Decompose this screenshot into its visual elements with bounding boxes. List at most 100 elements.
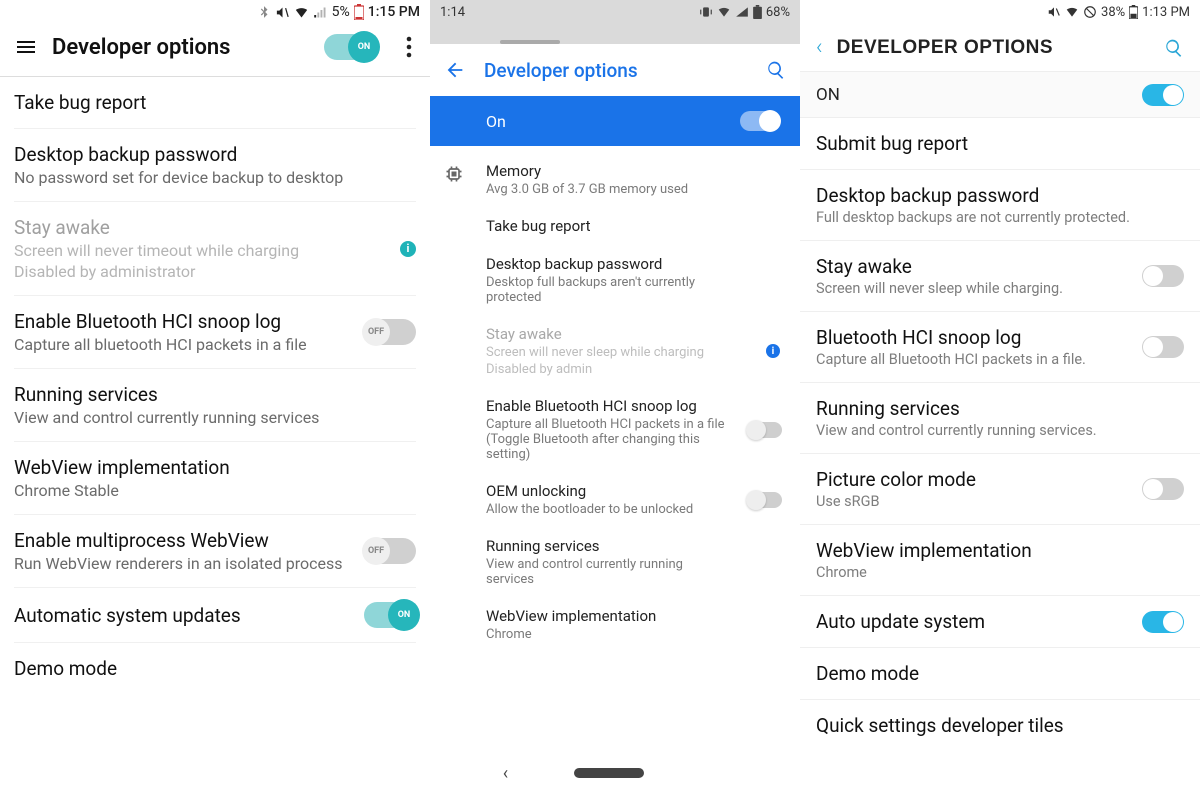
item-title: Enable Bluetooth HCI snoop log — [486, 397, 780, 415]
signal-icon — [735, 5, 749, 19]
item-title: Desktop backup password — [816, 184, 1184, 207]
item-subtitle: Run WebView renderers in an isolated pro… — [14, 554, 364, 573]
item-title: Submit bug report — [816, 132, 1184, 155]
item-webview-impl[interactable]: WebView implementation Chrome — [800, 525, 1200, 596]
item-subtitle2: Disabled by admin — [486, 362, 726, 377]
item-running-services[interactable]: Running services View and control curren… — [800, 383, 1200, 454]
recents-tabs — [430, 24, 800, 44]
item-webview-impl[interactable]: WebView implementation Chrome — [430, 597, 800, 652]
toggle-on[interactable] — [1142, 611, 1184, 633]
back-icon[interactable]: ‹ — [816, 35, 823, 60]
item-demo-mode[interactable]: Demo mode — [14, 643, 416, 694]
item-bluetooth-hci[interactable]: Bluetooth HCI snoop log Capture all Blue… — [800, 312, 1200, 383]
item-auto-updates[interactable]: Automatic system updates ON — [14, 588, 416, 643]
item-title: Memory — [486, 162, 780, 180]
item-oem-unlocking[interactable]: OEM unlocking Allow the bootloader to be… — [430, 472, 800, 527]
item-picture-color-mode[interactable]: Picture color mode Use sRGB — [800, 454, 1200, 525]
item-running-services[interactable]: Running services View and control curren… — [430, 527, 800, 597]
toggle-off[interactable] — [748, 422, 782, 438]
item-subtitle: Avg 3.0 GB of 3.7 GB memory used — [486, 182, 726, 197]
toggle-knob: ON — [348, 31, 380, 63]
item-title: Enable multiprocess WebView — [14, 529, 364, 552]
item-bug-report[interactable]: Take bug report — [430, 207, 800, 245]
item-subtitle: Allow the bootloader to be unlocked — [486, 502, 726, 517]
item-title: Auto update system — [816, 610, 1142, 633]
phone-2: 1:14 68% Developer options — [430, 0, 800, 800]
hamburger-icon[interactable] — [14, 35, 38, 59]
item-quick-tiles[interactable]: Quick settings developer tiles — [800, 700, 1200, 751]
phone-1: 5% 1:15 PM Developer options ON Take bug… — [0, 0, 430, 800]
item-memory[interactable]: Memory Avg 3.0 GB of 3.7 GB memory used — [430, 152, 800, 207]
toggle-knob: OFF — [362, 318, 390, 346]
info-icon[interactable]: i — [766, 344, 780, 358]
nav-home-pill[interactable] — [574, 768, 644, 778]
toggle-knob — [1143, 337, 1163, 357]
search-icon[interactable] — [1164, 38, 1184, 58]
search-icon[interactable] — [766, 60, 786, 80]
toggle-on[interactable] — [1142, 84, 1184, 106]
options-list: Take bug report Desktop backup password … — [0, 77, 430, 694]
wifi-icon — [1065, 5, 1079, 19]
toggle-knob — [746, 420, 766, 440]
master-toggle-row[interactable]: ON — [800, 72, 1200, 118]
nav-back-icon[interactable]: ‹ — [503, 763, 508, 784]
on-label: On — [486, 112, 506, 131]
overflow-menu-icon[interactable] — [400, 36, 418, 58]
toggle-knob — [1143, 479, 1163, 499]
toggle-on[interactable]: ON — [364, 602, 416, 628]
item-title: Take bug report — [486, 217, 780, 235]
item-title: Demo mode — [14, 657, 416, 680]
item-multiprocess-webview[interactable]: Enable multiprocess WebView Run WebView … — [14, 515, 416, 588]
wifi-icon — [294, 5, 309, 20]
battery-pct: 38% — [1101, 5, 1125, 20]
item-backup-password[interactable]: Desktop backup password No password set … — [14, 129, 416, 202]
toggle-knob — [1143, 266, 1163, 286]
item-subtitle: Chrome Stable — [14, 481, 416, 500]
item-bug-report[interactable]: Submit bug report — [800, 118, 1200, 170]
toggle-off[interactable] — [1142, 478, 1184, 500]
item-bluetooth-hci[interactable]: Enable Bluetooth HCI snoop log Capture a… — [430, 387, 800, 472]
item-title: Quick settings developer tiles — [816, 714, 1184, 737]
clock: 1:15 PM — [368, 4, 420, 20]
clock: 1:14 — [440, 5, 699, 20]
item-running-services[interactable]: Running services View and control curren… — [14, 369, 416, 442]
toggle-off[interactable] — [1142, 265, 1184, 287]
item-stay-awake[interactable]: Stay awake Screen will never sleep while… — [800, 241, 1200, 312]
toggle-off[interactable]: OFF — [364, 319, 416, 345]
app-bar: Developer options — [430, 44, 800, 96]
master-toggle-bar[interactable]: On — [430, 96, 800, 146]
item-subtitle: Capture all bluetooth HCI packets in a f… — [14, 335, 364, 354]
toggle-off[interactable] — [1142, 336, 1184, 358]
item-demo-mode[interactable]: Demo mode — [800, 648, 1200, 700]
item-stay-awake: Stay awake Screen will never timeout whi… — [14, 202, 416, 296]
page-title: Developer Options — [837, 37, 1150, 59]
item-backup-password[interactable]: Desktop backup password Full desktop bac… — [800, 170, 1200, 241]
item-title: Running services — [486, 537, 780, 555]
toggle-on[interactable] — [740, 111, 780, 131]
toggle-knob: ON — [388, 599, 420, 631]
item-webview-impl[interactable]: WebView implementation Chrome Stable — [14, 442, 416, 515]
info-icon[interactable]: i — [400, 241, 416, 257]
item-subtitle: Screen will never sleep while charging — [486, 345, 726, 360]
item-subtitle: View and control currently running servi… — [14, 408, 416, 427]
nav-bar: ‹ — [430, 756, 800, 790]
item-bug-report[interactable]: Take bug report — [14, 77, 416, 129]
item-title: OEM unlocking — [486, 482, 780, 500]
item-title: Take bug report — [14, 91, 416, 114]
chip-icon — [444, 164, 464, 184]
item-title: Demo mode — [816, 662, 1184, 685]
toggle-knob — [746, 490, 766, 510]
item-subtitle: Full desktop backups are not currently p… — [816, 209, 1184, 226]
toggle-off[interactable]: OFF — [364, 538, 416, 564]
item-subtitle: View and control currently running servi… — [486, 557, 726, 587]
toggle-knob — [1163, 85, 1183, 105]
page-title: Developer options — [52, 35, 310, 60]
toggle-off[interactable] — [748, 492, 782, 508]
battery-icon — [354, 4, 364, 20]
item-bluetooth-hci[interactable]: Enable Bluetooth HCI snoop log Capture a… — [14, 296, 416, 369]
master-toggle[interactable]: ON — [324, 34, 376, 60]
item-auto-update[interactable]: Auto update system — [800, 596, 1200, 648]
item-title: Stay awake — [14, 216, 400, 239]
back-icon[interactable] — [444, 59, 466, 81]
item-backup-password[interactable]: Desktop backup password Desktop full bac… — [430, 245, 800, 315]
